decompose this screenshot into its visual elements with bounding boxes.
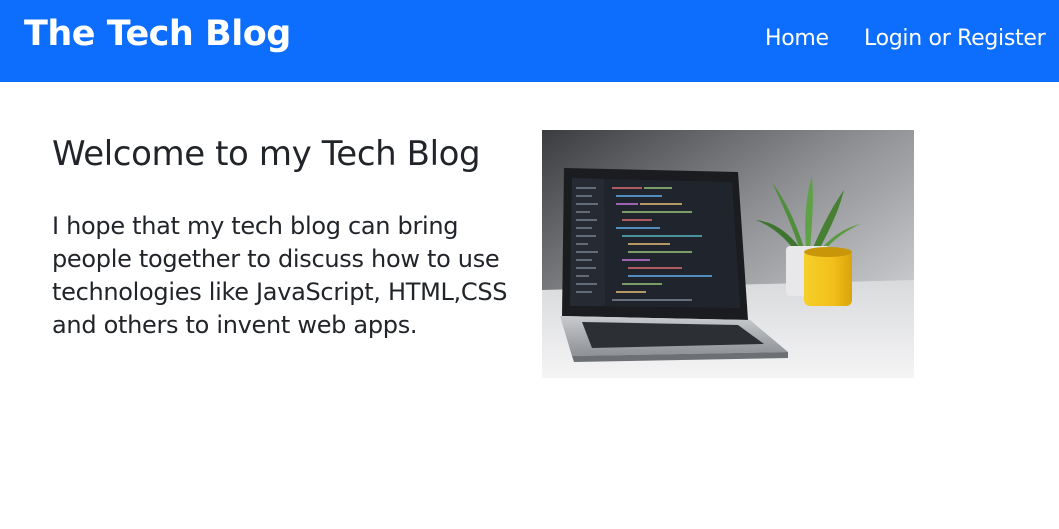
nav-login-register-link[interactable]: Login or Register: [864, 26, 1046, 51]
page-heading: Welcome to my Tech Blog: [52, 134, 481, 174]
hero-laptop-image: [542, 130, 914, 378]
nav-home-link[interactable]: Home: [765, 26, 829, 51]
intro-paragraph: I hope that my tech blog can bring peopl…: [52, 212, 508, 339]
navbar: The Tech Blog Home Login or Register: [0, 0, 1059, 82]
brand-link[interactable]: The Tech Blog: [24, 14, 291, 54]
